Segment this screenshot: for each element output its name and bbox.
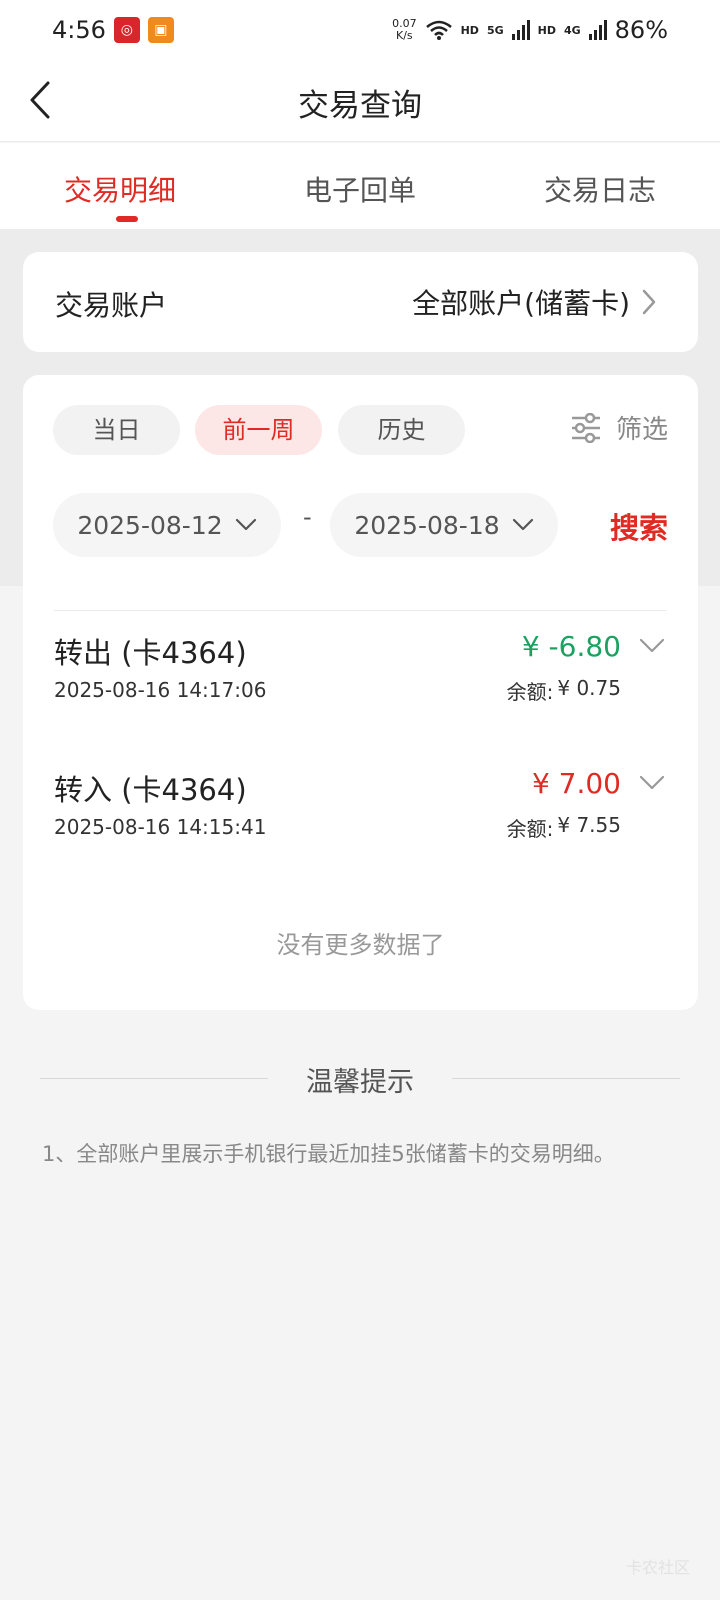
chevron-down-icon[interactable] [639, 638, 665, 654]
account-selector[interactable]: 交易账户 全部账户(储蓄卡) [23, 252, 698, 352]
query-card: 当日 前一周 历史 筛选 2025-08-12 - 2025-08-18 搜索 … [23, 375, 698, 1010]
divider [54, 610, 667, 611]
network-type-2: 4G [563, 23, 581, 37]
chevron-down-icon [512, 518, 533, 531]
transaction-time: 2025-08-16 14:17:06 [54, 678, 267, 702]
tips-divider-right [452, 1078, 680, 1079]
chevron-right-icon [642, 289, 656, 315]
network-speed: 0.07 K/s [392, 18, 417, 42]
filter-button[interactable]: 筛选 [570, 409, 668, 446]
active-tab-indicator [116, 216, 138, 222]
end-date-value: 2025-08-18 [354, 510, 500, 540]
transaction-amount: ¥ -6.80 [521, 630, 621, 663]
tab-label: 电子回单 [303, 174, 416, 207]
gift-app-notification-icon: ▣ [147, 17, 174, 43]
tips-title: 温馨提示 [306, 1067, 414, 1098]
end-date-picker[interactable]: 2025-08-18 [330, 493, 558, 557]
signal-icon [511, 20, 530, 40]
tab-label: 交易日志 [543, 174, 656, 207]
wifi-icon [425, 20, 452, 40]
watermark: 卡农社区 [625, 1558, 690, 1577]
transaction-row[interactable]: 转出 (卡4364) 2025-08-16 14:17:06 ¥ -6.80 余… [54, 630, 667, 730]
status-bar: 4:56 ◎ ▣ 0.07 K/s HD 5G HD 4G 86% [0, 0, 720, 60]
start-date-picker[interactable]: 2025-08-12 [53, 493, 281, 557]
hd-label-2: HD [537, 23, 556, 37]
bank-app-notification-icon: ◎ [113, 17, 140, 43]
tab-transaction-details[interactable]: 交易明细 [0, 143, 240, 229]
chevron-down-icon [235, 518, 256, 531]
transaction-amount: ¥ 7.00 [531, 767, 621, 800]
balance-label: 余额: [506, 680, 554, 704]
start-date-value: 2025-08-12 [77, 510, 223, 540]
chevron-down-icon[interactable] [639, 775, 665, 791]
filter-label: 筛选 [615, 415, 668, 445]
nav-bar: 交易查询 [0, 60, 720, 142]
tab-bar: 交易明细 电子回单 交易日志 [0, 143, 720, 229]
transaction-title: 转出 (卡4364) [54, 636, 247, 670]
transaction-balance: 余额: ¥ 7.55 [507, 813, 621, 842]
balance-value: ¥ 7.55 [557, 813, 621, 837]
account-value: 全部账户(储蓄卡) [412, 282, 656, 322]
network-type-1: 5G [486, 23, 504, 37]
account-label: 交易账户 [55, 289, 168, 322]
no-more-data-text: 没有更多数据了 [276, 931, 445, 959]
transaction-balance: 余额: ¥ 0.75 [507, 676, 621, 705]
sliders-icon [571, 412, 600, 443]
signal-icon-2 [588, 20, 607, 40]
chip-last-week[interactable]: 前一周 [195, 405, 322, 455]
tips-text: 1、全部账户里展示手机银行最近加挂5张储蓄卡的交易明细。 [42, 1142, 615, 1166]
date-separator: - [303, 503, 312, 531]
hd-label-1: HD [460, 23, 479, 37]
tab-electronic-receipt[interactable]: 电子回单 [240, 143, 480, 229]
tab-transaction-log[interactable]: 交易日志 [480, 143, 720, 229]
balance-label: 余额: [506, 817, 554, 841]
account-value-text: 全部账户(储蓄卡) [412, 287, 630, 320]
status-right: 0.07 K/s HD 5G HD 4G 86% [392, 16, 668, 44]
chip-history[interactable]: 历史 [338, 405, 465, 455]
search-button[interactable]: 搜索 [610, 505, 668, 547]
balance-value: ¥ 0.75 [557, 676, 621, 700]
network-speed-unit: K/s [396, 29, 413, 42]
status-left: 4:56 ◎ ▣ [52, 16, 174, 44]
page-title: 交易查询 [298, 88, 422, 124]
transaction-title: 转入 (卡4364) [54, 773, 247, 807]
status-time: 4:56 [52, 16, 106, 44]
chip-today[interactable]: 当日 [53, 405, 180, 455]
transaction-time: 2025-08-16 14:15:41 [54, 815, 267, 839]
battery-level: 86% [614, 16, 668, 44]
transaction-row[interactable]: 转入 (卡4364) 2025-08-16 14:15:41 ¥ 7.00 余额… [54, 767, 667, 867]
tab-label: 交易明细 [63, 174, 176, 207]
tips-header: 温馨提示 [40, 1060, 680, 1100]
